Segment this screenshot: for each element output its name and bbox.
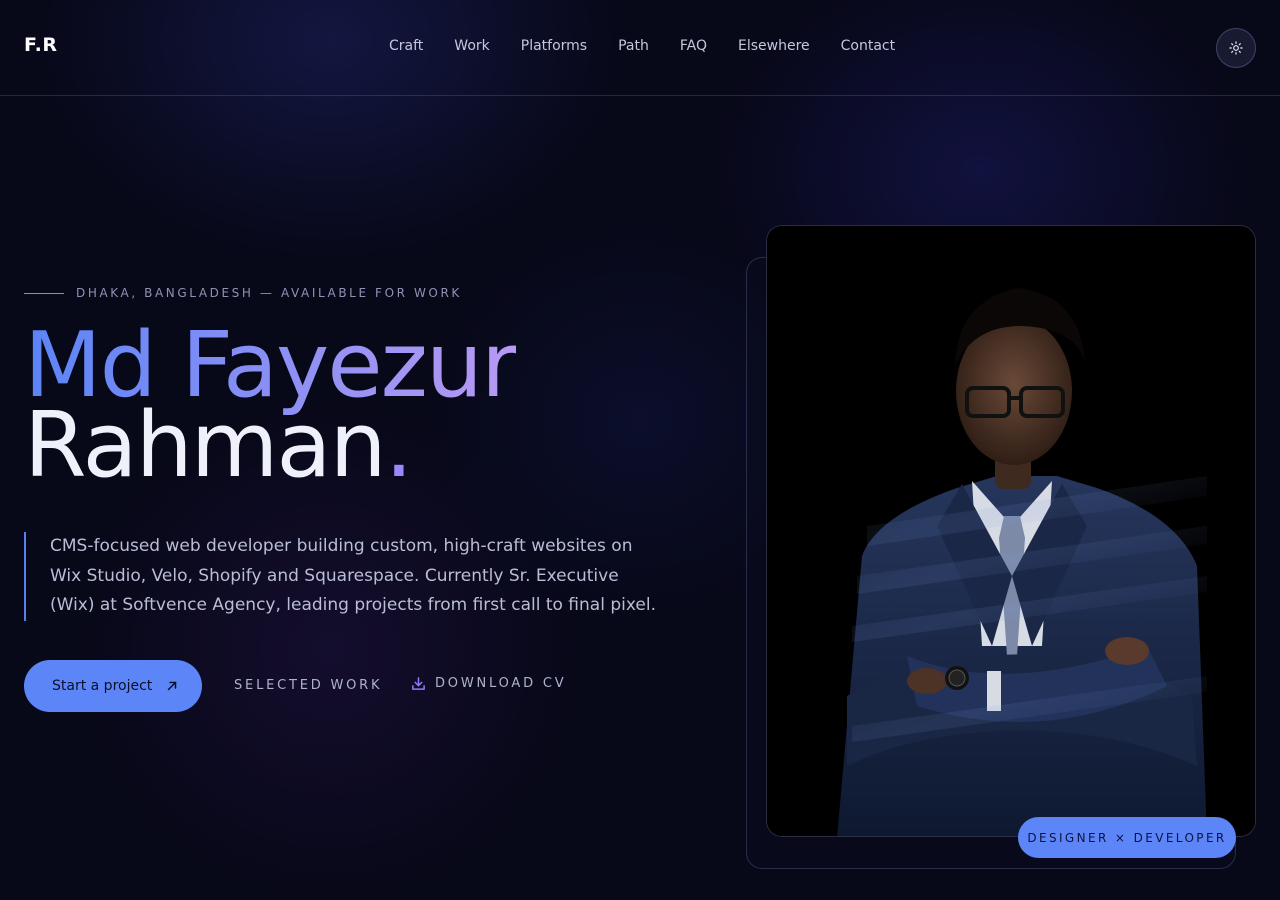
nav-link-platforms[interactable]: Platforms bbox=[521, 38, 587, 54]
hero-bio: CMS-focused web developer building custo… bbox=[24, 532, 664, 621]
sun-icon bbox=[1229, 41, 1243, 55]
portrait-photo bbox=[766, 225, 1256, 837]
portrait-illustration bbox=[767, 226, 1255, 836]
download-cv-label: DOWNLOAD CV bbox=[435, 676, 567, 691]
nav-link-contact[interactable]: Contact bbox=[841, 38, 895, 54]
eyebrow-text: DHAKA, BANGLADESH — AVAILABLE FOR WORK bbox=[76, 286, 462, 300]
top-nav: F.R Craft Work Platforms Path FAQ Elsewh… bbox=[0, 0, 1280, 96]
download-cv-link[interactable]: DOWNLOAD CV bbox=[411, 676, 566, 691]
hero-name-surname: Rahman bbox=[24, 393, 387, 498]
hero-name-dot: . bbox=[384, 393, 414, 498]
nav-link-work[interactable]: Work bbox=[454, 38, 489, 54]
logo[interactable]: F.R bbox=[24, 34, 58, 56]
theme-toggle-button[interactable] bbox=[1216, 28, 1256, 68]
nav-link-faq[interactable]: FAQ bbox=[680, 38, 707, 54]
arrow-up-right-icon bbox=[168, 681, 177, 691]
selected-work-link[interactable]: SELECTED WORK bbox=[234, 678, 382, 693]
eyebrow-divider bbox=[24, 292, 64, 294]
page: F.R Craft Work Platforms Path FAQ Elsewh… bbox=[0, 0, 1280, 900]
nav-link-craft[interactable]: Craft bbox=[389, 38, 423, 54]
location-eyebrow: DHAKA, BANGLADESH — AVAILABLE FOR WORK bbox=[24, 286, 462, 300]
start-project-label: Start a project bbox=[52, 678, 153, 694]
nav-link-elsewhere[interactable]: Elsewhere bbox=[738, 38, 810, 54]
start-project-button[interactable]: Start a project bbox=[24, 660, 202, 712]
download-icon bbox=[412, 677, 425, 690]
nav-links: Craft Work Platforms Path FAQ Elsewhere … bbox=[389, 38, 926, 54]
nav-link-path[interactable]: Path bbox=[618, 38, 649, 54]
hero-name-second-line: Rahman. bbox=[24, 393, 414, 498]
role-badge: DESIGNER × DEVELOPER bbox=[1018, 817, 1236, 858]
